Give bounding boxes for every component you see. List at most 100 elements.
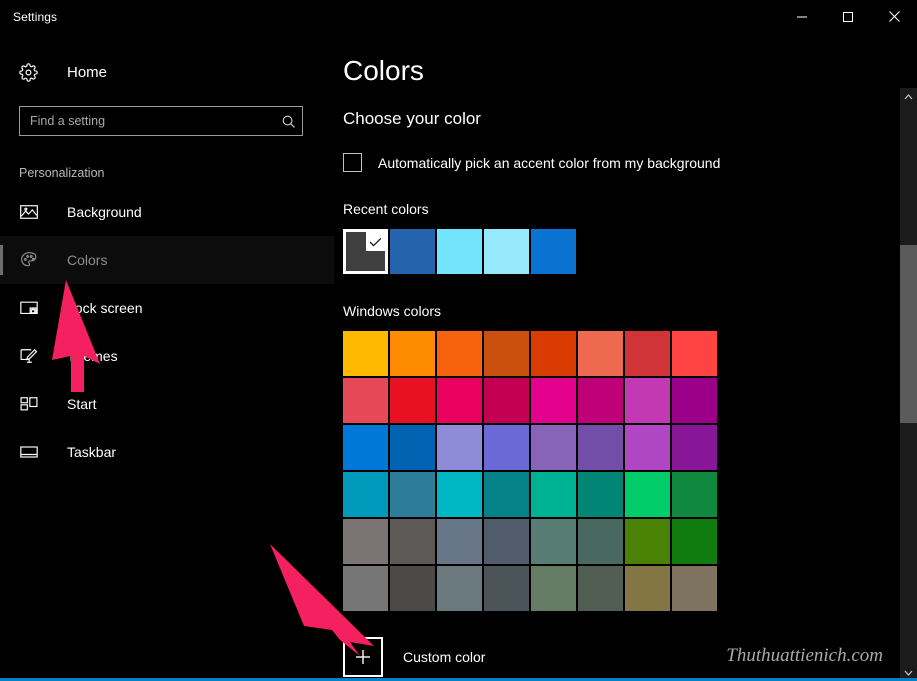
gear-icon <box>19 63 41 82</box>
windows-color-swatch[interactable] <box>437 331 482 376</box>
minimize-icon <box>796 11 808 23</box>
windows-color-swatch[interactable] <box>437 472 482 517</box>
windows-color-swatch[interactable] <box>484 472 529 517</box>
windows-color-swatch[interactable] <box>672 472 717 517</box>
windows-color-swatch[interactable] <box>625 566 670 611</box>
search-icon[interactable] <box>274 114 302 129</box>
recent-color-swatch[interactable] <box>343 229 388 274</box>
search-box[interactable] <box>19 106 303 136</box>
scrollbar-thumb[interactable] <box>900 245 917 423</box>
sidebar-item-lock-screen[interactable]: Lock screen <box>0 284 334 332</box>
main-content: Colors Choose your color Automatically p… <box>334 33 894 681</box>
windows-color-swatch[interactable] <box>531 331 576 376</box>
windows-color-swatch[interactable] <box>531 378 576 423</box>
windows-color-swatch[interactable] <box>437 566 482 611</box>
recent-color-swatch[interactable] <box>437 229 482 274</box>
windows-color-swatch[interactable] <box>343 566 388 611</box>
windows-color-swatch[interactable] <box>625 472 670 517</box>
windows-color-swatch[interactable] <box>390 331 435 376</box>
windows-color-swatch[interactable] <box>578 566 623 611</box>
windows-color-swatch[interactable] <box>437 378 482 423</box>
recent-colors-row <box>343 229 894 274</box>
close-button[interactable] <box>871 0 917 33</box>
windows-color-swatch[interactable] <box>578 425 623 470</box>
sidebar-item-label: Lock screen <box>67 300 142 316</box>
windows-color-swatch[interactable] <box>484 425 529 470</box>
vertical-scrollbar[interactable] <box>900 88 917 681</box>
recent-color-swatch[interactable] <box>390 229 435 274</box>
scroll-up-button[interactable] <box>900 88 917 105</box>
windows-color-swatch[interactable] <box>390 425 435 470</box>
sidebar: Home Personalization Background <box>0 33 334 681</box>
windows-color-swatch[interactable] <box>390 566 435 611</box>
windows-color-swatch[interactable] <box>390 519 435 564</box>
maximize-icon <box>842 11 854 23</box>
windows-color-swatch[interactable] <box>484 519 529 564</box>
window-controls <box>779 0 917 33</box>
windows-color-swatch[interactable] <box>672 566 717 611</box>
sidebar-home-label: Home <box>67 64 107 81</box>
sidebar-item-taskbar[interactable]: Taskbar <box>0 428 334 476</box>
minimize-button[interactable] <box>779 0 825 33</box>
choose-your-color-heading: Choose your color <box>343 109 894 129</box>
windows-color-swatch[interactable] <box>484 378 529 423</box>
windows-color-swatch[interactable] <box>625 425 670 470</box>
windows-color-swatch[interactable] <box>390 378 435 423</box>
windows-color-swatch[interactable] <box>672 331 717 376</box>
windows-color-swatch[interactable] <box>390 472 435 517</box>
plus-icon <box>354 648 372 666</box>
windows-color-swatch[interactable] <box>578 331 623 376</box>
custom-color-label: Custom color <box>403 649 485 665</box>
recent-color-swatch[interactable] <box>484 229 529 274</box>
window-title: Settings <box>13 10 57 24</box>
windows-color-swatch[interactable] <box>672 425 717 470</box>
chevron-up-icon <box>904 94 913 100</box>
windows-color-swatch[interactable] <box>578 472 623 517</box>
sidebar-item-label: Colors <box>67 252 107 268</box>
sidebar-item-background[interactable]: Background <box>0 188 334 236</box>
recent-colors-label: Recent colors <box>343 201 894 217</box>
close-icon <box>888 10 901 23</box>
title-bar: Settings <box>0 0 917 33</box>
windows-color-swatch[interactable] <box>484 566 529 611</box>
windows-color-swatch[interactable] <box>625 378 670 423</box>
windows-color-swatch[interactable] <box>578 519 623 564</box>
sidebar-item-themes[interactable]: Themes <box>0 332 334 380</box>
windows-color-swatch[interactable] <box>343 472 388 517</box>
windows-color-swatch[interactable] <box>625 331 670 376</box>
windows-color-swatch[interactable] <box>343 331 388 376</box>
auto-accent-row[interactable]: Automatically pick an accent color from … <box>343 153 894 172</box>
sidebar-nav-list: Background Colors <box>0 188 334 476</box>
windows-color-swatch[interactable] <box>437 425 482 470</box>
sidebar-item-home[interactable]: Home <box>0 55 334 89</box>
windows-color-swatch[interactable] <box>625 519 670 564</box>
windows-color-swatch[interactable] <box>531 472 576 517</box>
sidebar-section-label: Personalization <box>19 166 334 180</box>
windows-color-swatch[interactable] <box>672 519 717 564</box>
brush-icon <box>19 346 41 366</box>
auto-accent-checkbox[interactable] <box>343 153 362 172</box>
sidebar-item-colors[interactable]: Colors <box>0 236 334 284</box>
windows-color-swatch[interactable] <box>531 425 576 470</box>
auto-accent-label: Automatically pick an accent color from … <box>378 155 720 171</box>
custom-color-button[interactable] <box>343 637 383 677</box>
maximize-button[interactable] <box>825 0 871 33</box>
taskbar-icon <box>19 442 41 462</box>
sidebar-item-start[interactable]: Start <box>0 380 334 428</box>
windows-color-swatch[interactable] <box>343 519 388 564</box>
windows-color-swatch[interactable] <box>672 378 717 423</box>
windows-color-swatch[interactable] <box>343 378 388 423</box>
chevron-down-icon <box>904 670 913 676</box>
search-input[interactable] <box>20 114 274 128</box>
windows-color-swatch[interactable] <box>484 331 529 376</box>
windows-colors-grid <box>343 331 717 611</box>
watermark: Thuthuattienich.com <box>726 645 883 667</box>
windows-color-swatch[interactable] <box>343 425 388 470</box>
recent-color-swatch[interactable] <box>531 229 576 274</box>
sidebar-item-label: Taskbar <box>67 444 116 460</box>
sidebar-item-label: Background <box>67 204 142 220</box>
windows-color-swatch[interactable] <box>531 519 576 564</box>
windows-color-swatch[interactable] <box>578 378 623 423</box>
windows-color-swatch[interactable] <box>437 519 482 564</box>
windows-color-swatch[interactable] <box>531 566 576 611</box>
